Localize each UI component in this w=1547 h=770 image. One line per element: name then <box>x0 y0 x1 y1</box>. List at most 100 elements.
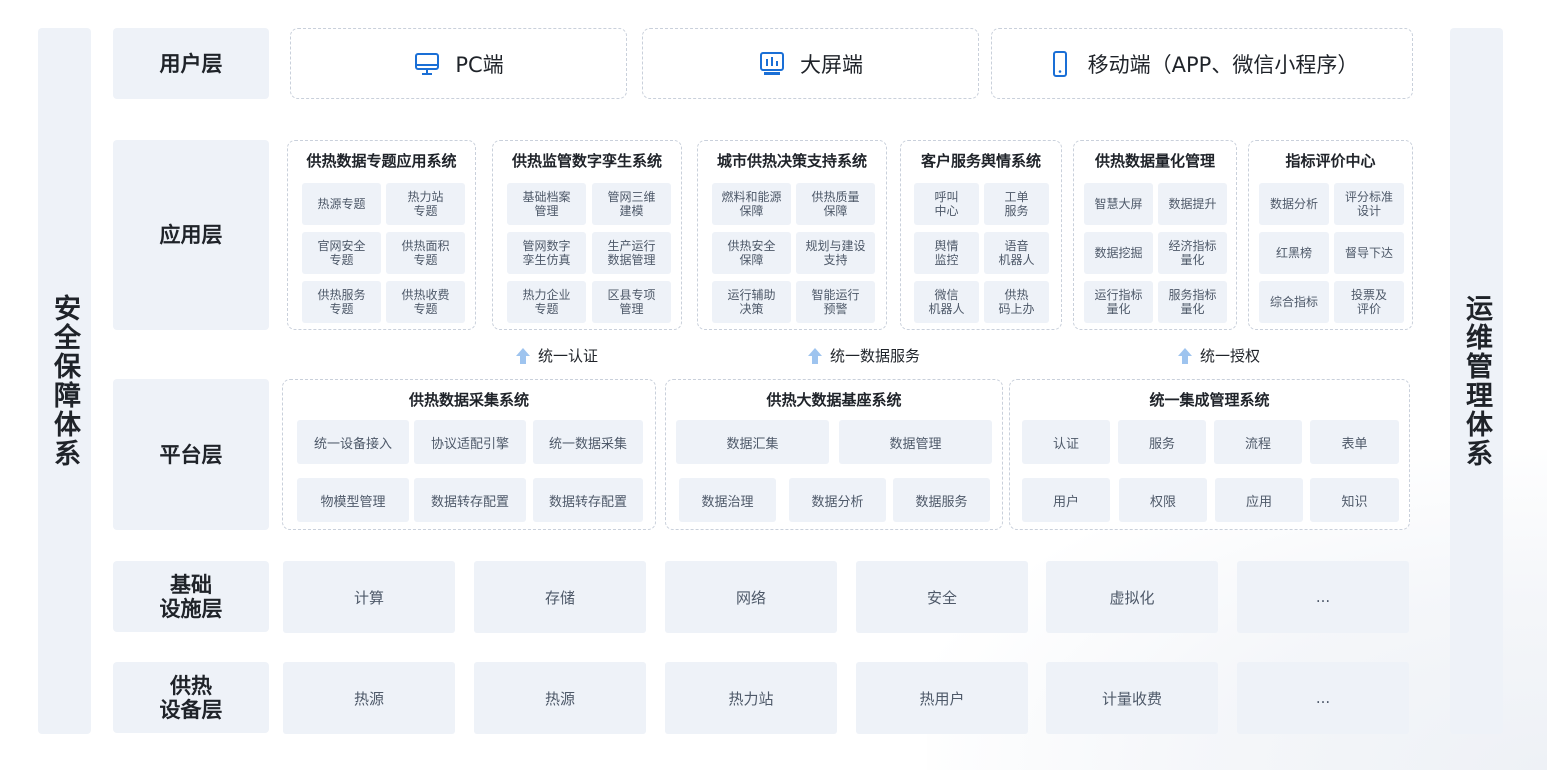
app-module-chip: 综合指标 <box>1259 281 1329 323</box>
app-module-chip: 红黑榜 <box>1259 232 1329 274</box>
connector-label: 统一授权 <box>1200 347 1261 365</box>
app-module-chip: 热源专题 <box>302 183 381 225</box>
platform-module-chip: 统一数据采集 <box>533 420 643 464</box>
platform-module-chip: 应用 <box>1215 478 1303 522</box>
connector-authorize: 统一授权 <box>1178 345 1260 366</box>
user-endpoint-label: 移动端（APP、微信小程序） <box>1087 52 1359 77</box>
ops-system-pillar: 运维管理体系 <box>1450 28 1503 734</box>
app-module-chip: 评分标准 设计 <box>1334 183 1404 225</box>
app-module-chip: 运行辅助 决策 <box>712 281 791 323</box>
infra-item: ... <box>1237 561 1409 633</box>
infra-item: 存储 <box>474 561 646 633</box>
app-module-chip: 智能运行 预警 <box>796 281 875 323</box>
app-module-chip: 燃料和能源 保障 <box>712 183 791 225</box>
platform-module-chip: 数据管理 <box>839 420 992 464</box>
app-module-chip: 投票及 评价 <box>1334 281 1404 323</box>
device-item: 热源 <box>283 662 455 734</box>
platform-system-title: 供热数据采集系统 <box>408 391 529 409</box>
user-endpoint-mobile: 移动端（APP、微信小程序） <box>991 28 1413 99</box>
user-endpoint-bigscreen: 大屏端 <box>642 28 979 99</box>
app-module-chip: 运行指标 量化 <box>1084 281 1153 323</box>
up-arrow-icon <box>1178 347 1192 364</box>
app-module-chip: 数据提升 <box>1158 183 1227 225</box>
monitor-icon <box>413 50 441 78</box>
app-system-box: 供热监管数字孪生系统 基础档案 管理 管网三维 建模 管网数字 孪生仿真 生产运行 数据… <box>492 140 682 330</box>
layer-label-platform: 平台层 <box>113 379 269 530</box>
up-arrow-icon <box>516 347 530 364</box>
security-system-pillar: 安全保障体系 <box>38 28 91 734</box>
app-module-chip: 热力站 专题 <box>386 183 465 225</box>
platform-module-chip: 表单 <box>1310 420 1399 464</box>
platform-module-chip: 数据转存配置 <box>533 478 643 522</box>
infra-item: 虚拟化 <box>1046 561 1218 633</box>
platform-module-chip: 物模型管理 <box>297 478 409 522</box>
security-system-label: 安全保障体系 <box>49 294 80 468</box>
user-endpoint-label: PC端 <box>455 52 504 77</box>
layer-label-app: 应用层 <box>113 140 269 330</box>
connector-label: 统一认证 <box>538 347 599 365</box>
platform-module-chip: 数据汇集 <box>676 420 829 464</box>
platform-module-chip: 统一设备接入 <box>297 420 409 464</box>
app-module-chip: 工单 服务 <box>984 183 1049 225</box>
platform-module-chip: 知识 <box>1310 478 1399 522</box>
layer-label-user: 用户层 <box>113 28 269 99</box>
device-item: 计量收费 <box>1046 662 1218 734</box>
app-module-chip: 服务指标 量化 <box>1158 281 1227 323</box>
app-module-chip: 供热质量 保障 <box>796 183 875 225</box>
app-module-chip: 区县专项 管理 <box>592 281 671 323</box>
device-item: 热用户 <box>856 662 1028 734</box>
platform-module-chip: 用户 <box>1022 478 1110 522</box>
app-system-box: 供热数据专题应用系统热源专题 热力站 专题 官网安全 专题 供热面积 专题 供热服务 专… <box>287 140 476 330</box>
platform-system-title: 统一集成管理系统 <box>1149 391 1270 409</box>
device-item: ... <box>1237 662 1409 734</box>
app-module-chip: 微信 机器人 <box>914 281 979 323</box>
platform-module-chip: 权限 <box>1119 478 1207 522</box>
app-module-chip: 经济指标 量化 <box>1158 232 1227 274</box>
app-module-chip: 舆情 监控 <box>914 232 979 274</box>
app-module-chip: 管网三维 建模 <box>592 183 671 225</box>
platform-system-box: 供热大数据基座系统 数据汇集 数据管理 数据治理 数据分析 数据服务 <box>665 379 1003 530</box>
app-system-title: 供热数据量化管理 <box>1094 152 1215 170</box>
ops-system-label: 运维管理体系 <box>1461 294 1492 468</box>
infra-item: 安全 <box>856 561 1028 633</box>
user-endpoint-label: 大屏端 <box>800 52 863 77</box>
app-module-chip: 供热面积 专题 <box>386 232 465 274</box>
app-system-title: 供热数据专题应用系统 <box>306 152 457 170</box>
up-arrow-icon <box>808 347 822 364</box>
app-module-chip: 官网安全 专题 <box>302 232 381 274</box>
app-module-chip: 管网数字 孪生仿真 <box>507 232 586 274</box>
platform-module-chip: 认证 <box>1022 420 1110 464</box>
app-system-box: 指标评价中心数据分析 评分标准 设计 红黑榜 督导下达 综合指标 投票及 评价 <box>1248 140 1413 330</box>
infra-item: 网络 <box>665 561 837 633</box>
app-system-title: 城市供热决策支持系统 <box>716 152 867 170</box>
platform-system-title: 供热大数据基座系统 <box>766 391 902 409</box>
platform-module-chip: 协议适配引擎 <box>414 420 526 464</box>
app-system-box: 城市供热决策支持系统 燃料和能源 保障 供热质量 保障 供热安全 保障 规划与建设 支持… <box>697 140 887 330</box>
app-module-chip: 生产运行 数据管理 <box>592 232 671 274</box>
app-system-title: 指标评价中心 <box>1285 152 1376 170</box>
app-module-chip: 智慧大屏 <box>1084 183 1153 225</box>
app-module-chip: 热力企业 专题 <box>507 281 586 323</box>
app-module-chip: 供热服务 专题 <box>302 281 381 323</box>
app-module-chip: 供热收费 专题 <box>386 281 465 323</box>
dashboard-screen-icon <box>758 50 786 78</box>
connector-label: 统一数据服务 <box>830 347 921 365</box>
platform-system-box: 统一集成管理系统 认证 服务 流程 表单 用户 权限 应用 知识 <box>1009 379 1410 530</box>
connector-auth: 统一认证 <box>516 345 598 366</box>
connector-data-service: 统一数据服务 <box>808 345 920 366</box>
app-module-chip: 供热 码上办 <box>984 281 1049 323</box>
platform-system-box: 供热数据采集系统 统一设备接入 协议适配引擎 统一数据采集 物模型管理 数据转存配置 数据转… <box>282 379 656 530</box>
mobile-phone-icon <box>1046 50 1074 78</box>
device-item: 热力站 <box>665 662 837 734</box>
app-module-chip: 督导下达 <box>1334 232 1404 274</box>
app-module-chip: 语音 机器人 <box>984 232 1049 274</box>
user-endpoint-pc: PC端 <box>290 28 627 99</box>
app-module-chip: 基础档案 管理 <box>507 183 586 225</box>
app-system-title: 客户服务舆情系统 <box>920 152 1041 170</box>
app-module-chip: 数据分析 <box>1259 183 1329 225</box>
platform-module-chip: 数据转存配置 <box>414 478 526 522</box>
platform-module-chip: 流程 <box>1214 420 1302 464</box>
app-module-chip: 供热安全 保障 <box>712 232 791 274</box>
app-system-box: 供热数据量化管理智慧大屏 数据提升 数据挖掘 经济指标 量化 运行指标 量化 服务指标 量… <box>1073 140 1237 330</box>
app-module-chip: 数据挖掘 <box>1084 232 1153 274</box>
